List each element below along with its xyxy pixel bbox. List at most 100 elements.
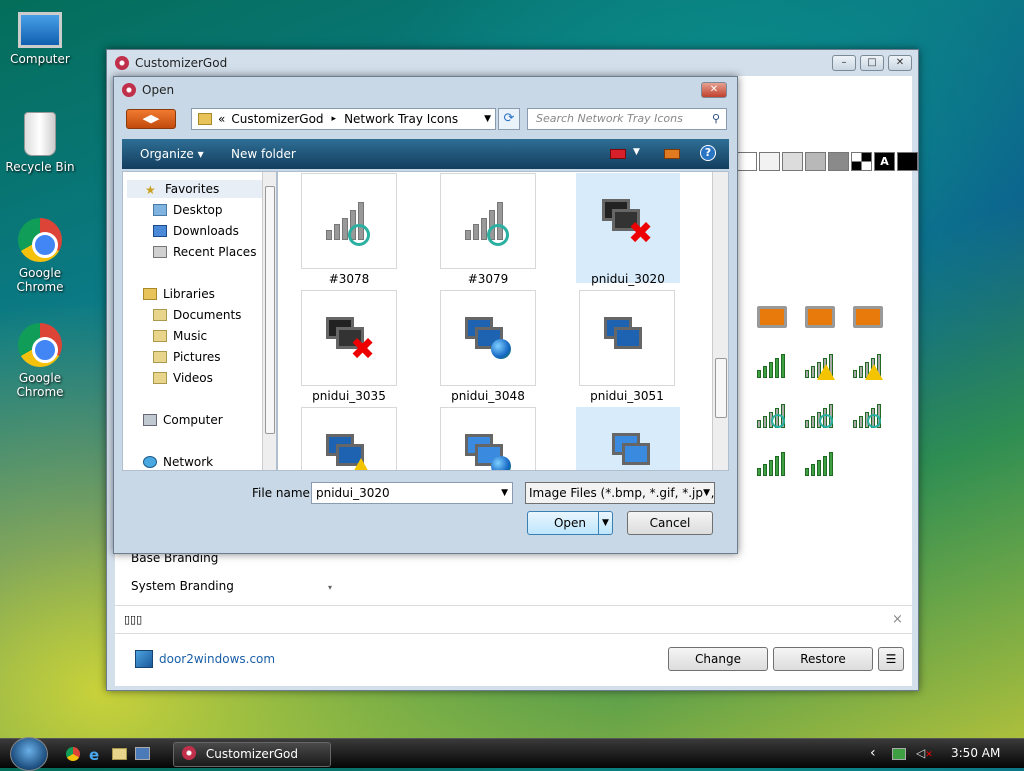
nav-scrollbar[interactable] xyxy=(262,172,276,470)
breadcrumb-back[interactable]: « xyxy=(218,112,225,126)
chevron-down-icon[interactable]: ▼ xyxy=(501,483,508,503)
file-item[interactable] xyxy=(439,407,537,470)
door2windows-link[interactable]: door2windows.com xyxy=(159,652,275,666)
network-connected-icon xyxy=(576,407,680,470)
file-item[interactable]: pnidui_3051 xyxy=(578,290,676,403)
nav-favorites[interactable]: ★ Favorites xyxy=(127,180,263,198)
nav-network[interactable]: Network xyxy=(143,455,213,469)
nav-downloads[interactable]: Downloads xyxy=(153,224,239,238)
window-titlebar: CustomizerGod – □ ✕ xyxy=(107,50,918,76)
breadcrumb-network-tray-icons[interactable]: Network Tray Icons xyxy=(344,112,458,126)
files-scrollbar[interactable] xyxy=(712,172,728,470)
chevron-down-icon[interactable]: ▼ xyxy=(484,114,491,124)
desktop-icon-chrome-2[interactable]: Google Chrome xyxy=(0,323,80,399)
chrome-quicklaunch-icon[interactable] xyxy=(66,747,80,761)
address-bar[interactable]: « CustomizerGod ▸ Network Tray Icons ▼ xyxy=(191,108,496,130)
monitor-orange-icon[interactable] xyxy=(805,306,835,328)
monitor-orange-icon[interactable] xyxy=(853,306,883,328)
filename-input[interactable]: pnidui_3020 ▼ xyxy=(311,482,513,504)
view-icon[interactable] xyxy=(610,149,626,159)
chevron-down-icon[interactable]: ▼ xyxy=(633,147,640,157)
file-item-hover[interactable] xyxy=(576,407,680,470)
file-item[interactable] xyxy=(300,407,398,470)
signal-connecting-icon xyxy=(301,173,397,269)
folder-icon xyxy=(198,113,212,125)
chevron-down-icon[interactable]: ▼ xyxy=(598,512,612,534)
search-box[interactable]: Search Network Tray Icons ⚲ xyxy=(527,108,727,130)
swatch-white-1[interactable] xyxy=(736,152,757,171)
nav-music[interactable]: Music xyxy=(153,329,207,343)
taskbar: e CustomizerGod ‹ ◁✕ 3:50 AM xyxy=(0,737,1024,771)
scroll-thumb[interactable] xyxy=(715,358,727,418)
start-button[interactable] xyxy=(10,737,48,771)
menu-button[interactable]: ☰ xyxy=(878,647,904,671)
swatch-text-a[interactable]: A xyxy=(874,152,895,171)
file-item[interactable]: #3079 xyxy=(439,173,537,286)
nav-recent-places[interactable]: Recent Places xyxy=(153,245,256,259)
signal-warning-icon[interactable] xyxy=(853,354,883,380)
signal-warning-icon[interactable] xyxy=(805,354,835,380)
file-item[interactable]: #3078 xyxy=(300,173,398,286)
desktop-quicklaunch-icon[interactable] xyxy=(135,747,150,760)
clock[interactable]: 3:50 AM xyxy=(951,746,1000,760)
status-close-icon[interactable]: × xyxy=(892,612,903,627)
organize-button[interactable]: Organize ▾ xyxy=(140,147,204,161)
signal-connecting-icon[interactable] xyxy=(805,404,835,428)
nav-arrows[interactable]: ◀▶ xyxy=(126,109,176,129)
swatch-black[interactable] xyxy=(897,152,918,171)
filetype-select[interactable]: Image Files (*.bmp, *.gif, *.jpg, ▼ xyxy=(525,482,715,504)
maximize-button[interactable]: □ xyxy=(860,55,884,71)
tray-volume-muted-icon[interactable]: ◁✕ xyxy=(916,746,933,760)
swatch-dark-gray[interactable] xyxy=(828,152,849,171)
signal-bars-icon[interactable] xyxy=(757,354,787,378)
change-button[interactable]: Change xyxy=(668,647,768,671)
signal-bars-icon[interactable] xyxy=(805,452,835,476)
divider xyxy=(115,605,912,606)
signal-connecting-icon[interactable] xyxy=(757,404,787,428)
file-item[interactable]: ✖ pnidui_3035 xyxy=(300,290,398,403)
recycle-bin-icon xyxy=(24,112,56,156)
branding-item-system[interactable]: System Branding xyxy=(131,579,234,593)
taskbar-button-customizergod[interactable]: CustomizerGod xyxy=(173,742,331,767)
tray-expand-button[interactable]: ‹ xyxy=(870,745,876,761)
restore-button[interactable]: Restore xyxy=(773,647,873,671)
swatch-light-gray[interactable] xyxy=(782,152,803,171)
help-icon[interactable]: ? xyxy=(700,145,716,161)
desktop-icon xyxy=(153,204,167,216)
desktop-icon-recycle-bin[interactable]: Recycle Bin xyxy=(0,112,80,174)
desktop-icon-chrome-1[interactable]: Google Chrome xyxy=(0,218,80,294)
nav-desktop[interactable]: Desktop xyxy=(153,203,223,217)
open-button-label: Open xyxy=(553,516,587,530)
scroll-thumb[interactable] xyxy=(265,186,275,434)
desktop-icon-computer[interactable]: Computer xyxy=(0,8,80,66)
nav-videos[interactable]: Videos xyxy=(153,371,213,385)
cancel-button[interactable]: Cancel xyxy=(627,511,713,535)
nav-pictures[interactable]: Pictures xyxy=(153,350,221,364)
ie-quicklaunch-icon[interactable]: e xyxy=(89,746,99,764)
folder-quicklaunch-icon[interactable] xyxy=(112,748,127,760)
monitor-orange-icon[interactable] xyxy=(757,306,787,328)
breadcrumb-customizergod[interactable]: CustomizerGod xyxy=(231,112,323,126)
refresh-button[interactable]: ⟳ xyxy=(498,108,520,130)
nav-libraries[interactable]: Libraries xyxy=(143,287,215,301)
breadcrumb-separator[interactable]: ▸ xyxy=(332,114,337,124)
minimize-button[interactable]: – xyxy=(832,55,856,71)
swatch-gray[interactable] xyxy=(805,152,826,171)
swatch-checker[interactable] xyxy=(851,152,872,171)
open-button[interactable]: Open ▼ xyxy=(527,511,613,535)
swatch-white-2[interactable] xyxy=(759,152,780,171)
preview-pane-icon[interactable] xyxy=(664,149,680,159)
nav-computer[interactable]: Computer xyxy=(143,413,223,427)
file-item[interactable]: pnidui_3048 xyxy=(439,290,537,403)
new-folder-button[interactable]: New folder xyxy=(231,147,296,161)
chevron-down-icon[interactable]: ▼ xyxy=(703,483,710,503)
nav-documents[interactable]: Documents xyxy=(153,308,241,322)
dialog-close-button[interactable]: ✕ xyxy=(701,82,727,98)
close-button[interactable]: ✕ xyxy=(888,55,912,71)
tray-network-icon[interactable] xyxy=(892,748,906,760)
file-item-selected[interactable]: ✖ pnidui_3020 xyxy=(576,173,680,286)
signal-bars-icon[interactable] xyxy=(757,452,787,476)
signal-connecting-icon[interactable] xyxy=(853,404,883,428)
chevron-down-icon[interactable]: ▾ xyxy=(328,583,332,592)
filename-label: File name: xyxy=(252,486,314,500)
